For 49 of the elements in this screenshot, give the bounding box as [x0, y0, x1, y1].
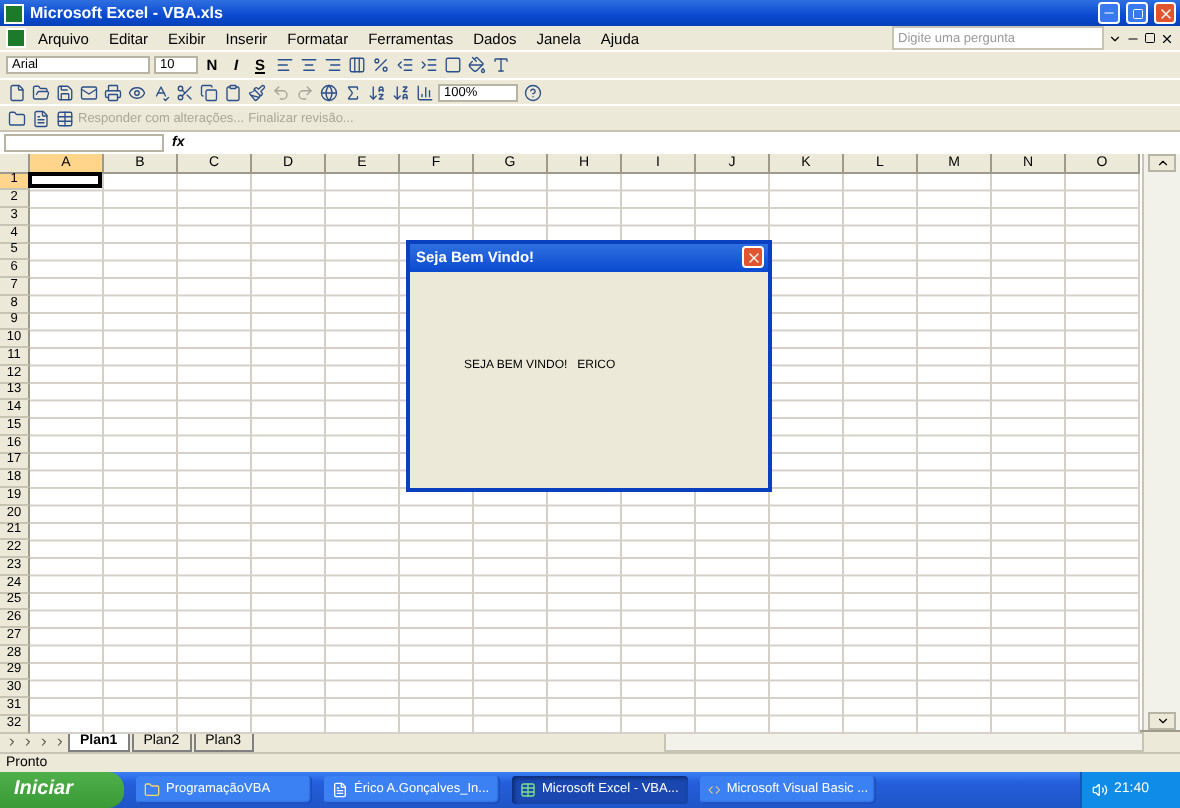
active-cell[interactable] [28, 171, 102, 189]
restore-icon[interactable] [1144, 32, 1156, 45]
window-title: Microsoft Excel - VBA.xls [30, 4, 225, 23]
folder-icon [144, 781, 160, 798]
align-right-icon[interactable] [322, 55, 342, 76]
maximize-button[interactable] [1126, 2, 1148, 25]
fill-color-icon[interactable] [466, 55, 486, 76]
increase-indent-icon[interactable] [418, 55, 438, 76]
dropdown-icon[interactable] [1108, 31, 1122, 46]
code-icon [708, 781, 721, 798]
print-icon[interactable] [102, 82, 122, 103]
maximize-icon [1131, 7, 1143, 20]
scroll-down-icon[interactable] [1148, 711, 1176, 730]
copy-icon[interactable] [198, 82, 218, 103]
font-color-icon[interactable] [490, 55, 510, 76]
new-document-icon[interactable] [6, 82, 26, 103]
folder-icon[interactable] [6, 108, 26, 129]
borders-icon[interactable] [442, 55, 462, 76]
close-icon [1157, 5, 1173, 22]
mail-icon[interactable] [78, 82, 98, 103]
paste-icon[interactable] [222, 82, 242, 103]
merge-cells-icon[interactable] [346, 55, 366, 76]
spell-check-icon[interactable] [150, 82, 170, 103]
sort-descending-icon[interactable] [390, 82, 410, 103]
close-button[interactable] [1154, 2, 1176, 25]
table-icon[interactable] [54, 108, 74, 129]
minimize-button[interactable] [1098, 2, 1120, 25]
align-center-icon[interactable] [298, 55, 318, 76]
speaker-icon[interactable] [1092, 781, 1108, 798]
align-left-icon[interactable] [274, 55, 294, 76]
close-icon[interactable] [1160, 31, 1174, 46]
close-icon [745, 249, 761, 266]
sum-icon[interactable] [342, 82, 362, 103]
print-preview-icon[interactable] [126, 82, 146, 103]
percent-icon[interactable] [370, 55, 390, 76]
save-icon[interactable] [54, 82, 74, 103]
globe-icon[interactable] [318, 82, 338, 103]
close-button[interactable] [742, 246, 764, 269]
open-folder-icon[interactable] [30, 82, 50, 103]
sort-ascending-icon[interactable] [366, 82, 386, 103]
app-icon [4, 3, 24, 24]
chart-icon[interactable] [414, 82, 434, 103]
vertical-scrollbar[interactable] [1142, 153, 1180, 730]
decrease-indent-icon[interactable] [394, 55, 414, 76]
spreadsheet-icon [520, 781, 536, 798]
format-painter-icon[interactable] [246, 82, 266, 103]
select-all-corner[interactable] [0, 153, 30, 174]
cut-icon[interactable] [174, 82, 194, 103]
help-icon[interactable] [522, 82, 542, 103]
